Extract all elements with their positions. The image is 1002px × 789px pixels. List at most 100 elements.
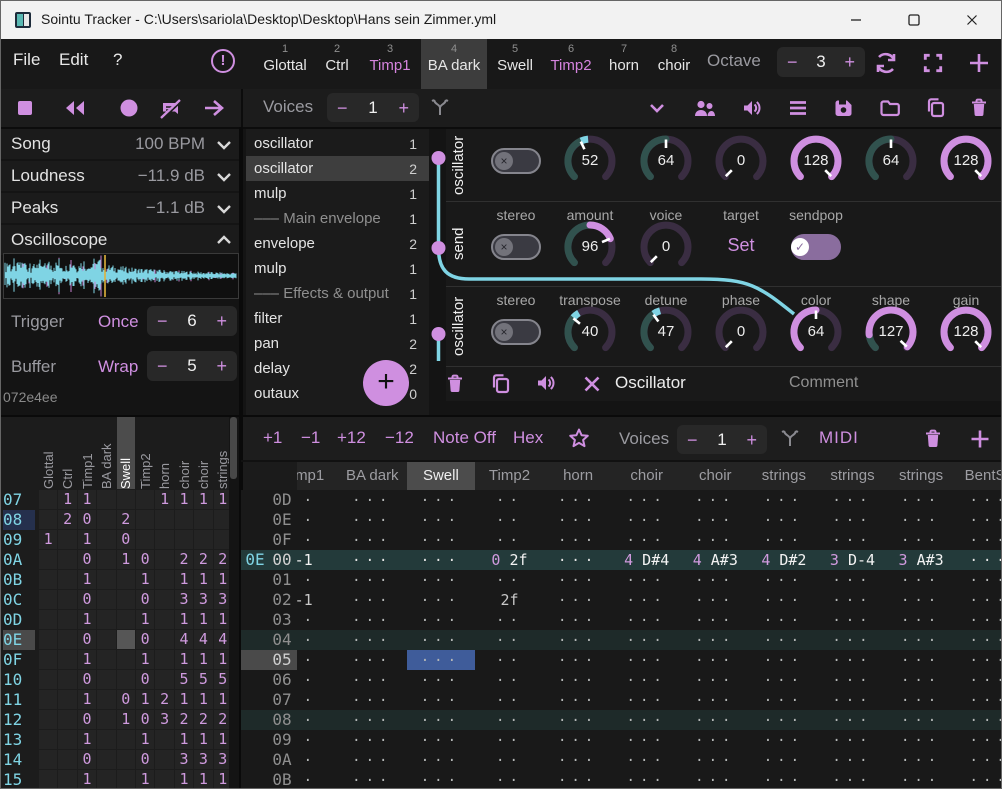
- pattern-cell[interactable]: ···: [955, 730, 1002, 751]
- tab-instrument-choir[interactable]: 8choir: [649, 39, 699, 89]
- octave-increase-button[interactable]: +: [844, 53, 855, 71]
- add-track-icon[interactable]: [969, 428, 991, 450]
- add-unit-button[interactable]: +: [363, 360, 409, 406]
- pattern-cell[interactable]: ···: [612, 490, 681, 511]
- pattern-cell[interactable]: ···: [887, 630, 956, 651]
- clear-icon[interactable]: [582, 374, 602, 394]
- order-cell[interactable]: 1: [214, 730, 229, 749]
- maximize-icon[interactable]: [891, 1, 937, 39]
- unit-item--Effects-output[interactable]: ––– Effects & output1: [246, 281, 429, 306]
- order-cell[interactable]: 0: [78, 670, 96, 689]
- chevron-up-icon[interactable]: [215, 233, 233, 247]
- note-off-button[interactable]: Note Off: [433, 428, 496, 448]
- pattern-cell[interactable]: ···: [818, 650, 887, 671]
- order-cell[interactable]: [58, 750, 76, 769]
- pattern-cell[interactable]: ···: [818, 730, 887, 751]
- pattern-cell[interactable]: ···: [407, 710, 476, 731]
- order-cell[interactable]: [58, 610, 76, 629]
- pattern-cell[interactable]: ···: [750, 590, 819, 611]
- pattern-cell[interactable]: ···: [750, 570, 819, 591]
- pattern-cell[interactable]: ···: [681, 750, 750, 771]
- pattern-track-header-strings[interactable]: strings: [818, 462, 887, 490]
- order-cell[interactable]: [58, 770, 76, 789]
- pattern-cell[interactable]: ···: [612, 610, 681, 631]
- knob-gain[interactable]: 128: [938, 304, 994, 360]
- order-cell[interactable]: [97, 570, 115, 589]
- pattern-track-header-timp2[interactable]: Timp2: [475, 462, 544, 490]
- tab-instrument-ctrl[interactable]: 2Ctrl: [315, 39, 359, 89]
- pattern-cell[interactable]: ···: [544, 750, 613, 771]
- pattern-cell[interactable]: ···: [955, 530, 1002, 551]
- pattern-cell[interactable]: ···: [955, 710, 1002, 731]
- voices-split-icon[interactable]: [779, 427, 801, 449]
- pattern-cell[interactable]: ···: [887, 650, 956, 671]
- order-list-grid[interactable]: GlottalCtrlTimp1BA darkSwellTimp2horncho…: [1, 417, 229, 789]
- order-cell[interactable]: 2: [194, 710, 212, 729]
- knob-phase[interactable]: 0: [713, 304, 769, 360]
- order-cell[interactable]: [175, 510, 193, 529]
- tab-instrument-timp2[interactable]: 6Timp2: [541, 39, 601, 89]
- order-cell[interactable]: 0: [136, 630, 154, 649]
- order-cell[interactable]: 2: [194, 550, 212, 569]
- trigger-mode-button[interactable]: Once: [98, 312, 139, 332]
- pattern-cell[interactable]: ···: [887, 690, 956, 711]
- voices-split-icon[interactable]: [429, 96, 451, 118]
- pattern-cell[interactable]: ···: [955, 610, 1002, 631]
- order-cell[interactable]: 1: [214, 570, 229, 589]
- pattern-cell[interactable]: ···: [544, 610, 613, 631]
- pattern-cell[interactable]: ··: [475, 530, 544, 551]
- pattern-cell[interactable]: ···: [681, 490, 750, 511]
- pattern-cell[interactable]: ···: [407, 610, 476, 631]
- order-cell[interactable]: [97, 590, 115, 609]
- order-cell[interactable]: [97, 630, 115, 649]
- order-cell[interactable]: 1: [214, 650, 229, 669]
- order-cell[interactable]: [39, 510, 57, 529]
- order-cell[interactable]: 1: [78, 530, 96, 549]
- order-cell[interactable]: 1: [78, 570, 96, 589]
- pattern-cell[interactable]: ···: [955, 770, 1002, 789]
- add-instrument-icon[interactable]: [967, 51, 991, 75]
- pattern-cell[interactable]: ···: [887, 670, 956, 691]
- order-cell[interactable]: [155, 590, 173, 609]
- order-cell[interactable]: 1: [58, 490, 76, 509]
- copy-icon[interactable]: [490, 373, 511, 394]
- pattern-cell[interactable]: ···: [407, 490, 476, 511]
- transpose-button-plus1[interactable]: +1: [263, 428, 282, 448]
- order-cell[interactable]: [58, 710, 76, 729]
- order-cell[interactable]: 4: [175, 630, 193, 649]
- order-cell[interactable]: 1: [78, 650, 96, 669]
- pattern-cell[interactable]: ···: [407, 570, 476, 591]
- order-cell[interactable]: 0: [78, 510, 96, 529]
- pattern-cell[interactable]: ···: [750, 630, 819, 651]
- order-cell[interactable]: 1: [136, 610, 154, 629]
- pattern-cell[interactable]: ···: [407, 590, 476, 611]
- order-cell[interactable]: 0: [117, 690, 135, 709]
- pattern-cell[interactable]: ···: [338, 510, 407, 531]
- order-cell[interactable]: 1: [194, 490, 212, 509]
- pattern-cell[interactable]: ···: [407, 750, 476, 771]
- order-cell[interactable]: 2: [117, 510, 135, 529]
- order-cell[interactable]: 2: [58, 510, 76, 529]
- order-cell[interactable]: 1: [175, 610, 193, 629]
- pattern-cell[interactable]: ···: [681, 690, 750, 711]
- pattern-cell[interactable]: ···: [544, 690, 613, 711]
- pattern-cell[interactable]: ···: [955, 750, 1002, 771]
- order-cell[interactable]: [214, 530, 229, 549]
- order-cell[interactable]: [155, 750, 173, 769]
- pattern-cell[interactable]: ···: [407, 650, 476, 671]
- order-cell[interactable]: [155, 570, 173, 589]
- follow-off-icon[interactable]: [159, 98, 183, 120]
- users-icon[interactable]: [693, 98, 717, 118]
- tab-instrument-horn[interactable]: 7horn: [601, 39, 647, 89]
- order-scrollbar[interactable]: [230, 417, 237, 479]
- order-cell[interactable]: [155, 770, 173, 789]
- pattern-cell[interactable]: 4 D#2: [750, 550, 819, 570]
- chevron-down-icon[interactable]: [647, 98, 667, 118]
- pattern-cell[interactable]: ···: [338, 690, 407, 711]
- order-cell[interactable]: [39, 570, 57, 589]
- order-cell[interactable]: [97, 770, 115, 789]
- trigger-increase-button[interactable]: +: [216, 312, 227, 330]
- order-cell[interactable]: [97, 730, 115, 749]
- pattern-cell[interactable]: ··: [475, 510, 544, 531]
- order-cell[interactable]: [136, 490, 154, 509]
